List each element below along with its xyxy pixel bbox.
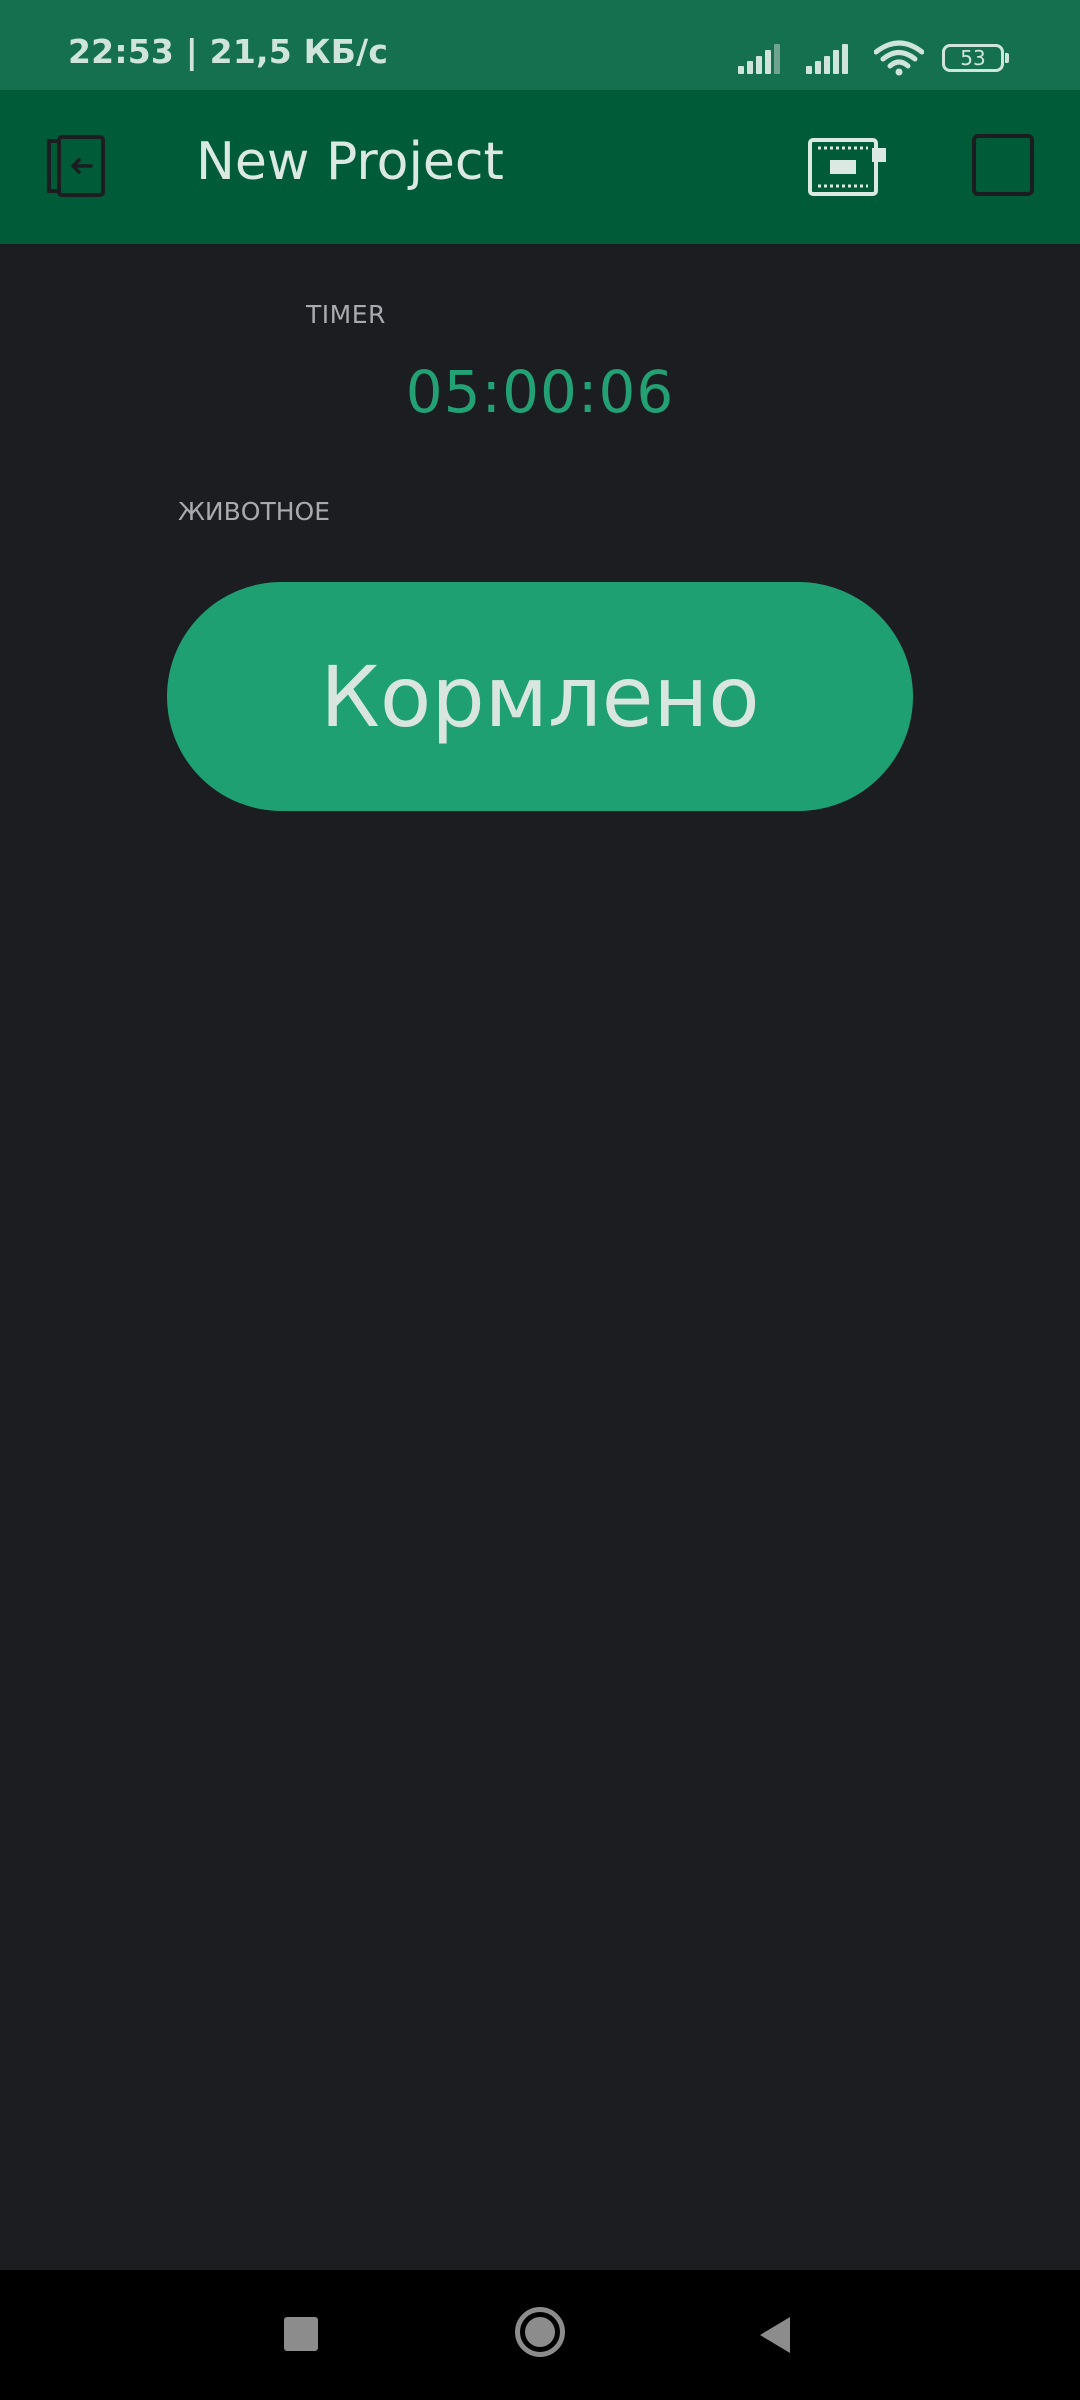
exit-project-button[interactable] — [40, 130, 114, 204]
project-title: New Project — [196, 132, 504, 192]
signal-icon — [738, 44, 780, 74]
timer-value: 05:00:06 — [405, 358, 675, 426]
button-widget-label: ЖИВОТНОЕ — [178, 497, 331, 526]
fed-button[interactable]: Кормлено — [167, 582, 913, 811]
status-time: 22:53 | 21,5 КБ/с — [68, 32, 389, 71]
status-bar: 22:53 | 21,5 КБ/с 53 — [0, 0, 1080, 90]
timer-label: TIMER — [306, 300, 386, 329]
recents-icon[interactable] — [284, 2317, 318, 2351]
home-icon[interactable] — [515, 2307, 565, 2357]
back-icon[interactable] — [756, 2315, 792, 2355]
play-button[interactable] — [972, 134, 1034, 196]
fed-button-text: Кормлено — [320, 647, 760, 746]
navigation-bar — [0, 2270, 1080, 2400]
signal-icon — [806, 44, 848, 74]
app-bar: New Project — [0, 90, 1080, 244]
device-button[interactable] — [808, 134, 888, 202]
device-icon — [808, 138, 886, 196]
battery-icon: 53 — [942, 44, 1009, 72]
status-icons: 53 — [738, 36, 1009, 80]
wifi-icon — [874, 40, 924, 76]
exit-project-icon — [47, 135, 105, 197]
battery-level: 53 — [960, 46, 986, 70]
